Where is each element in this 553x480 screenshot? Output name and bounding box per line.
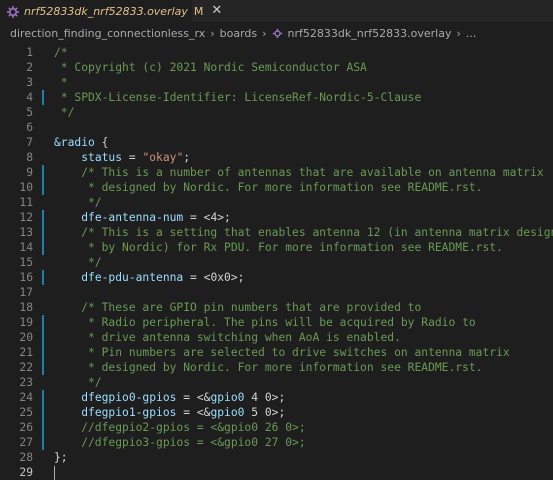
modified-gutter-marker[interactable] xyxy=(42,360,44,375)
code-line: * SPDX-License-Identifier: LicenseRef-No… xyxy=(54,91,422,104)
line-number: 22 xyxy=(19,361,33,374)
line-number: 28 xyxy=(19,451,33,464)
breadcrumb-item-project[interactable]: direction_finding_connectionless_rx xyxy=(10,27,205,40)
code-editor[interactable]: 1 /* 2 * Copyright (c) 2021 Nordic Semico… xyxy=(0,42,553,480)
line-number: 17 xyxy=(19,286,33,299)
modified-gutter-marker[interactable] xyxy=(42,405,44,420)
modified-gutter-marker[interactable] xyxy=(42,330,44,345)
line-number: 21 xyxy=(19,346,33,359)
code-line: &radio { xyxy=(54,136,109,149)
close-icon[interactable]: ✕ xyxy=(211,4,222,18)
modified-gutter-marker[interactable] xyxy=(42,225,44,240)
line-number: 18 xyxy=(19,301,33,314)
breadcrumb-separator: › xyxy=(262,26,267,40)
modified-gutter-marker[interactable] xyxy=(42,180,44,195)
code-line: * designed by Nordic. For more informati… xyxy=(54,361,483,374)
file-settings-icon xyxy=(272,28,283,39)
line-number: 1 xyxy=(26,46,33,59)
code-line: * xyxy=(54,76,68,89)
modified-gutter-marker[interactable] xyxy=(42,90,44,105)
line-number: 7 xyxy=(26,136,33,149)
line-number: 5 xyxy=(26,106,33,119)
line-number: 10 xyxy=(19,181,33,194)
line-number: 11 xyxy=(19,196,33,209)
line-number: 3 xyxy=(26,76,33,89)
code-line: dfegpio1-gpios = <&gpio0 5 0>; xyxy=(81,406,286,419)
code-line: dfe-antenna-num = <4>; xyxy=(81,211,231,224)
line-number: 15 xyxy=(19,256,33,269)
code-line: */ xyxy=(54,376,102,389)
code-line: //dfegpio2-gpios = <&gpio0 26 0>; xyxy=(54,421,306,434)
tab-label: nrf52833dk_nrf52833.overlay xyxy=(24,4,188,18)
code-line: * designed by Nordic. For more informati… xyxy=(54,181,483,194)
line-number: 27 xyxy=(19,436,33,449)
code-line: dfegpio0-gpios = <&gpio0 4 0>; xyxy=(81,391,286,404)
code-line: /* xyxy=(54,46,68,59)
modified-gutter-marker[interactable] xyxy=(42,345,44,360)
code-line: /* This is a number of antennas that are… xyxy=(54,166,544,179)
line-number: 29 xyxy=(19,466,33,479)
file-settings-icon xyxy=(6,4,20,18)
line-number: 25 xyxy=(19,406,33,419)
tab-bar: nrf52833dk_nrf52833.overlay M ✕ xyxy=(0,0,553,22)
line-number: 14 xyxy=(19,241,33,254)
breadcrumb-separator: › xyxy=(456,26,461,40)
breadcrumb-item-boards[interactable]: boards xyxy=(220,27,258,40)
code-line: * Pin numbers are selected to drive swit… xyxy=(54,346,510,359)
line-number: 20 xyxy=(19,331,33,344)
modified-gutter-marker[interactable] xyxy=(42,435,44,450)
code-line: */ xyxy=(54,106,75,119)
line-number: 12 xyxy=(19,211,33,224)
modified-gutter-marker[interactable] xyxy=(42,240,44,255)
line-number: 23 xyxy=(19,376,33,389)
code-line: //dfegpio3-gpios = <&gpio0 27 0>; xyxy=(54,436,306,449)
code-line: */ xyxy=(54,256,102,269)
code-line: /* These are GPIO pin numbers that are p… xyxy=(54,301,422,314)
modified-gutter-marker[interactable] xyxy=(42,390,44,405)
tab-overlay-file[interactable]: nrf52833dk_nrf52833.overlay M ✕ xyxy=(0,0,222,22)
breadcrumb: direction_finding_connectionless_rx › bo… xyxy=(0,24,553,42)
modified-indicator: M xyxy=(193,4,204,18)
code-line: * by Nordic) for Rx PDU. For more inform… xyxy=(54,241,503,254)
line-number: 4 xyxy=(26,91,33,104)
line-number: 13 xyxy=(19,226,33,239)
code-line: * Radio peripheral. The pins will be acq… xyxy=(54,316,476,329)
code-line: }; xyxy=(54,451,68,464)
line-number: 16 xyxy=(19,271,33,284)
modified-gutter-marker[interactable] xyxy=(42,420,44,435)
code-line: dfe-pdu-antenna = <0x0>; xyxy=(81,271,245,284)
modified-gutter-marker[interactable] xyxy=(42,210,44,225)
breadcrumb-separator: › xyxy=(210,26,215,40)
line-number: 26 xyxy=(19,421,33,434)
code-line: status = "okay"; xyxy=(81,151,191,164)
modified-gutter-marker[interactable] xyxy=(42,165,44,180)
line-number: 8 xyxy=(26,151,33,164)
code-line: * Copyright (c) 2021 Nordic Semiconducto… xyxy=(54,61,367,74)
code-line: * drive antenna switching when AoA is en… xyxy=(54,331,401,344)
modified-gutter-marker[interactable] xyxy=(42,270,44,285)
modified-gutter-marker[interactable] xyxy=(42,315,44,330)
line-number: 9 xyxy=(26,166,33,179)
line-number: 19 xyxy=(19,316,33,329)
code-line: /* This is a setting that enables antenn… xyxy=(54,226,553,239)
line-number: 6 xyxy=(26,121,33,134)
code-line: */ xyxy=(54,196,102,209)
line-number: 24 xyxy=(19,391,33,404)
line-number: 2 xyxy=(26,61,33,74)
breadcrumb-item-symbols[interactable]: ... xyxy=(466,27,477,40)
text-cursor xyxy=(54,466,55,480)
breadcrumb-item-file[interactable]: nrf52833dk_nrf52833.overlay xyxy=(288,27,452,40)
